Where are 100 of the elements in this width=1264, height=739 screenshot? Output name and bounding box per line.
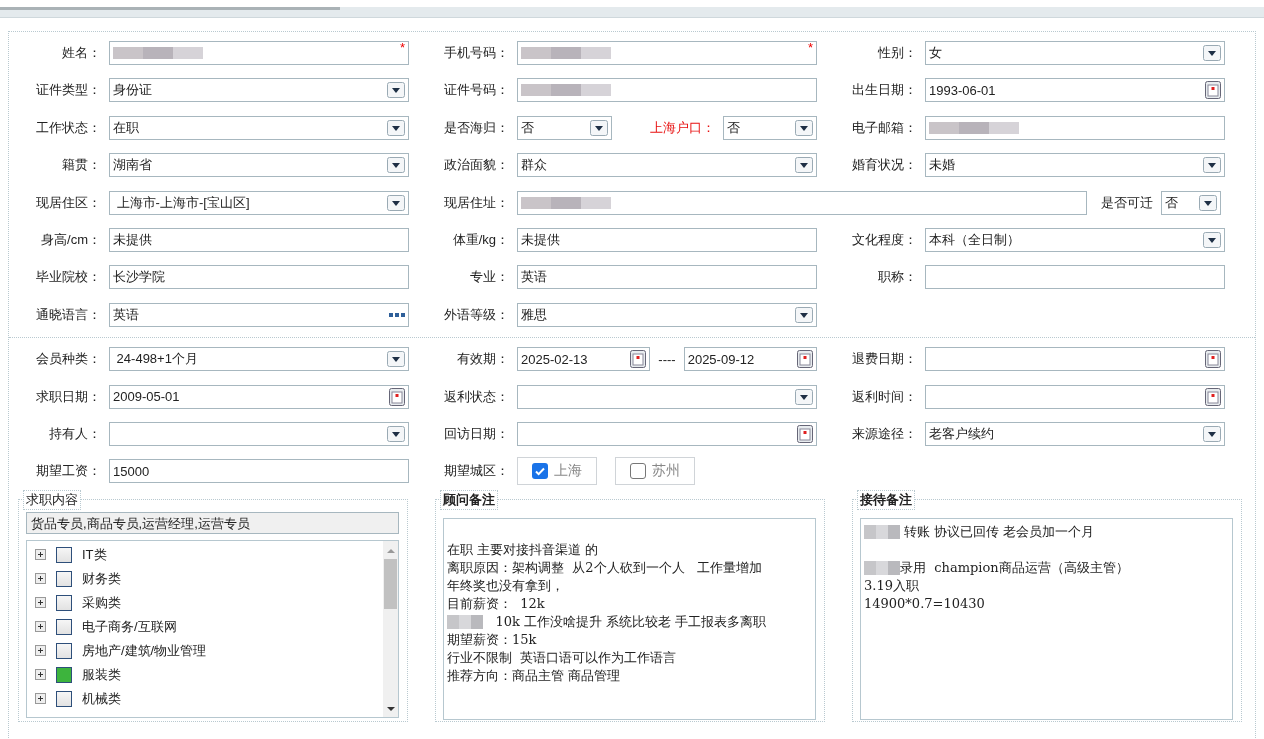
note-line: 3.19入职 <box>864 576 919 595</box>
tree-item[interactable]: IT类 <box>82 545 107 564</box>
checkbox[interactable] <box>56 594 72 611</box>
scroll-down-icon[interactable] <box>385 704 396 713</box>
text-field[interactable] <box>925 265 1225 290</box>
date-field[interactable]: 2025-02-13 <box>517 347 651 372</box>
dropdown[interactable]: 老客户续约 <box>925 421 1225 446</box>
field-label: 婚育状况： <box>851 156 917 175</box>
note-line: 10k 工作没啥提升 系统比较老 手工报表多离职 <box>494 612 767 631</box>
field-label: 现居住址： <box>443 193 509 212</box>
note-line: 期望薪资：15k <box>447 630 537 649</box>
checkbox[interactable] <box>56 666 72 683</box>
note-line: 推荐方向：商品主管 商品管理 <box>447 666 621 685</box>
dropdown[interactable]: 女 <box>925 41 1225 65</box>
expand-icon[interactable] <box>35 621 46 633</box>
text-field[interactable]: 未提供 <box>517 227 817 252</box>
expand-icon[interactable] <box>35 573 46 585</box>
expand-icon[interactable] <box>35 549 46 561</box>
checkmark-icon <box>532 463 548 480</box>
field-label: 来源途径： <box>851 424 917 443</box>
field-label: 出生日期： <box>851 81 917 100</box>
dropdown[interactable]: 上海市-上海市-[宝山区] <box>109 190 409 215</box>
field-label: 毕业院校： <box>35 268 101 287</box>
dropdown[interactable]: 本科（全日制） <box>925 227 1225 252</box>
picker-field[interactable]: 英语 <box>109 302 409 327</box>
notes-textarea[interactable]: 转账 协议已回传 老会员加一个月 录用 champion商品运营（高级主管） 3.19入职 14900*0.7=10430 <box>860 517 1233 720</box>
panel-legend: 求职内容 <box>23 489 81 510</box>
field-label: 籍贯： <box>61 156 101 175</box>
field-label: 求职日期： <box>35 387 101 406</box>
text-field[interactable]: 15000 <box>109 459 409 484</box>
tree-item[interactable]: 服装类 <box>82 665 121 684</box>
dropdown[interactable]: 在职 <box>109 115 409 140</box>
dropdown[interactable]: 否 <box>722 115 817 140</box>
text-field[interactable] <box>517 190 1087 215</box>
text-field[interactable]: * <box>109 41 409 65</box>
tree-item[interactable]: 财务类 <box>82 569 121 588</box>
scrollbar[interactable] <box>383 540 398 717</box>
tree-item[interactable]: 房地产/建筑/物业管理 <box>82 641 207 660</box>
more-icon[interactable] <box>389 311 405 318</box>
expand-icon[interactable] <box>35 669 46 681</box>
date-field[interactable] <box>925 384 1225 409</box>
dropdown[interactable]: 身份证 <box>109 78 409 103</box>
field-label: 文化程度： <box>851 230 917 249</box>
expand-icon[interactable] <box>35 645 46 657</box>
calendar-icon[interactable] <box>1205 81 1221 100</box>
text-field[interactable]: * <box>517 41 817 65</box>
field-label: 姓名： <box>61 44 101 62</box>
required-mark: * <box>807 40 813 55</box>
calendar-icon[interactable] <box>630 350 647 369</box>
checkbox[interactable] <box>630 463 646 480</box>
tree-item[interactable]: 机械类 <box>82 689 121 708</box>
calendar-icon[interactable] <box>797 350 813 369</box>
field-label: 退费日期： <box>851 350 917 369</box>
note-line: 录用 champion商品运营（高级主管） <box>900 558 1129 577</box>
range-separator: ---- <box>658 351 676 367</box>
calendar-icon[interactable] <box>389 387 405 406</box>
date-field[interactable]: 2009-05-01 <box>109 384 409 409</box>
field-label: 返利状态： <box>443 387 509 406</box>
date-field[interactable] <box>925 347 1225 372</box>
tree-item[interactable]: 电子商务/互联网 <box>82 617 177 636</box>
text-field[interactable]: 长沙学院 <box>109 265 409 290</box>
checkbox[interactable] <box>56 642 72 659</box>
tree-item[interactable]: 采购类 <box>82 593 121 612</box>
required-mark: * <box>399 40 405 55</box>
dropdown[interactable]: 群众 <box>517 153 817 178</box>
checkbox[interactable] <box>56 546 72 563</box>
calendar-icon[interactable] <box>1205 387 1221 406</box>
text-field[interactable]: 英语 <box>517 265 817 290</box>
field-label: 现居住区： <box>35 193 101 212</box>
field-label: 手机号码： <box>443 44 509 62</box>
dropdown[interactable]: 否 <box>1161 190 1221 215</box>
checkbox[interactable] <box>56 570 72 587</box>
date-field[interactable] <box>517 421 817 446</box>
field-label: 返利时间： <box>851 387 917 406</box>
date-field[interactable]: 1993-06-01 <box>925 78 1225 103</box>
field-label: 工作状态： <box>35 118 101 137</box>
checkbox[interactable] <box>56 690 72 707</box>
text-field[interactable] <box>925 115 1225 140</box>
checkbox-button[interactable]: 苏州 <box>615 457 695 486</box>
text-field[interactable]: 未提供 <box>109 227 409 252</box>
calendar-icon[interactable] <box>1205 350 1221 369</box>
date-field[interactable]: 2025-09-12 <box>683 347 817 372</box>
field-label: 上海户口： <box>649 118 715 137</box>
dropdown[interactable]: 未婚 <box>925 153 1225 178</box>
dropdown[interactable]: 24-498+1个月 <box>109 347 409 372</box>
expand-icon[interactable] <box>35 693 46 705</box>
calendar-icon[interactable] <box>797 424 813 443</box>
checkbox[interactable] <box>56 618 72 635</box>
field-label: 有效期： <box>456 350 509 369</box>
field-label: 是否可迁 <box>1101 193 1153 212</box>
expand-icon[interactable] <box>35 597 46 609</box>
dropdown[interactable]: 否 <box>517 115 612 140</box>
panel-legend: 顾问备注 <box>440 489 498 510</box>
note-line: 离职原因：架构调整 从2个人砍到一个人 工作量增加 <box>447 558 762 577</box>
dropdown[interactable]: 湖南省 <box>109 153 409 178</box>
text-field[interactable] <box>517 78 817 103</box>
notes-textarea[interactable]: 在职 主要对接抖音渠道 的 离职原因：架构调整 从2个人砍到一个人 工作量增加 年终奖也没有拿到， 目前薪资： 12k 10k 工作没啥提升 系统比较老 手工报表多离职 期望薪资：15k 行业不限制 英语口语可以作为工作语言 推荐方向：商品主管 商品管理 <box>443 517 816 720</box>
checkbox-button[interactable]: 上海 <box>517 457 597 486</box>
dropdown[interactable]: 雅思 <box>517 302 817 327</box>
checkbox[interactable] <box>532 463 548 480</box>
